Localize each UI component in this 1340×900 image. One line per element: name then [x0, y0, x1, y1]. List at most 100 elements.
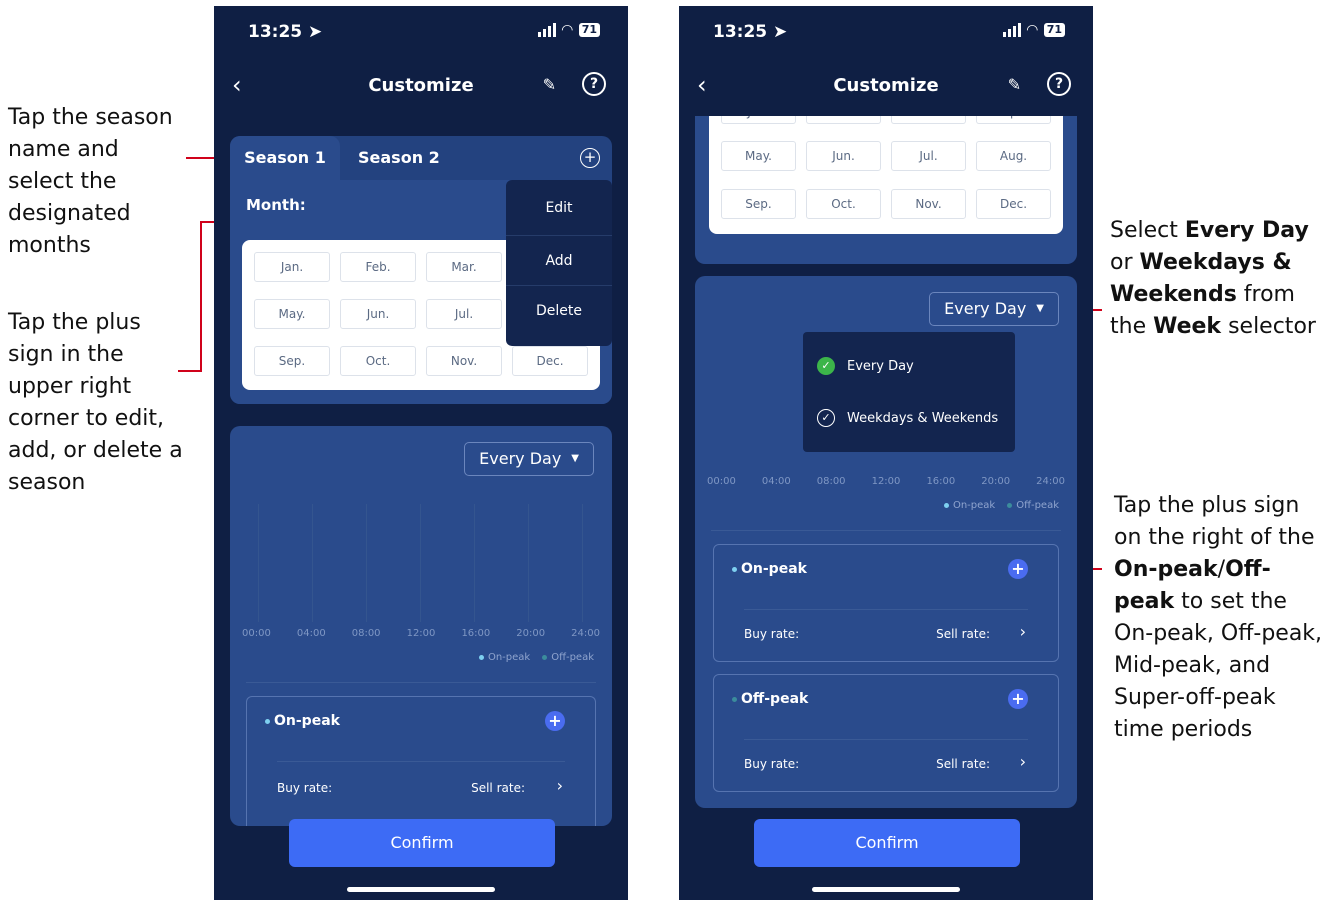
month-cell[interactable]: May. [721, 141, 796, 172]
month-cell[interactable]: Dec. [976, 188, 1051, 219]
on-peak-label: On-peak [732, 561, 807, 577]
month-cell[interactable]: Feb. [806, 116, 881, 124]
legend-on-peak: On-peak [943, 500, 995, 511]
add-on-peak-icon[interactable]: + [1008, 559, 1028, 579]
status-time: 13:25 ➤ [713, 22, 788, 42]
buy-rate-label: Buy rate: [277, 781, 333, 795]
divider [277, 761, 565, 762]
month-cell[interactable]: Jan. [254, 252, 330, 282]
month-cell[interactable]: Sep. [721, 188, 796, 219]
home-indicator [812, 887, 960, 892]
wifi-icon: ◠ [561, 22, 573, 38]
month-cell[interactable]: Mar. [426, 252, 502, 282]
month-cell[interactable]: Jun. [340, 299, 416, 329]
time-tick: 16:00 [461, 628, 491, 639]
chevron-right-icon[interactable]: › [1020, 622, 1026, 641]
annotation-pointer-line [200, 221, 202, 372]
month-cell[interactable]: Nov. [426, 346, 502, 376]
legend-off-peak: Off-peak [542, 652, 594, 663]
month-label: Month: [246, 196, 306, 214]
time-tick: 16:00 [926, 476, 956, 487]
week-option-label: Every Day [847, 358, 914, 374]
nav-bar: ‹ Customize ✎ ? [214, 61, 628, 111]
time-tick: 20:00 [981, 476, 1011, 487]
chevron-right-icon[interactable]: › [557, 776, 563, 795]
month-cell[interactable]: Jun. [806, 141, 881, 172]
chart-legend: On-peak Off-peak [478, 652, 594, 663]
page-title: Customize [368, 75, 474, 96]
buy-rate-label: Buy rate: [744, 757, 800, 771]
off-peak-label: Off-peak [732, 691, 808, 707]
off-peak-card: Off-peak + Buy rate: Sell rate: › [713, 674, 1059, 792]
month-cell[interactable]: Dec. [512, 346, 588, 376]
edit-icon[interactable]: ✎ [1008, 75, 1021, 94]
month-cell[interactable]: Sep. [254, 346, 330, 376]
week-selector[interactable]: Every Day ▼ [464, 442, 594, 476]
month-cell[interactable]: Jul. [891, 141, 966, 172]
help-icon[interactable]: ? [582, 72, 606, 96]
chart-gridline [528, 504, 529, 622]
edit-icon[interactable]: ✎ [543, 75, 556, 94]
caret-down-icon: ▼ [571, 453, 579, 464]
help-icon[interactable]: ? [1047, 72, 1071, 96]
time-tick: 12:00 [406, 628, 436, 639]
legend-on-peak: On-peak [478, 652, 530, 663]
season-menu-delete[interactable]: Delete [506, 286, 612, 336]
annotation-plus-sign: Tap the plus sign in the upper right cor… [8, 310, 183, 495]
time-axis: 00:00 04:00 08:00 12:00 16:00 20:00 24:0… [242, 628, 600, 639]
time-tick: 20:00 [516, 628, 546, 639]
tab-season-1[interactable]: Season 1 [230, 136, 340, 180]
check-filled-icon: ✓ [817, 357, 835, 375]
month-cell[interactable]: Oct. [806, 188, 881, 219]
confirm-button[interactable]: Confirm [754, 819, 1020, 867]
chart-gridline [474, 504, 475, 622]
chevron-right-icon[interactable]: › [1020, 752, 1026, 771]
month-cell[interactable]: Jan. [721, 116, 796, 124]
season-menu-add[interactable]: Add [506, 236, 612, 286]
month-cell[interactable]: Feb. [340, 252, 416, 282]
month-cell[interactable]: Oct. [340, 346, 416, 376]
week-option-every-day[interactable]: ✓ Every Day [803, 340, 1015, 392]
add-season-icon[interactable]: + [580, 148, 600, 168]
on-peak-label: On-peak [265, 713, 340, 729]
add-off-peak-icon[interactable]: + [1008, 689, 1028, 709]
add-on-peak-icon[interactable]: + [545, 711, 565, 731]
annotation-season-name: Tap the season name and select the desig… [8, 105, 173, 258]
month-cell[interactable]: Nov. [891, 188, 966, 219]
divider [246, 682, 596, 683]
buy-rate-label: Buy rate: [744, 627, 800, 641]
season-body: Jan. Feb. Mar. Apr. May. Jun. Jul. Aug. … [695, 116, 1077, 264]
time-tick: 00:00 [707, 476, 736, 487]
on-peak-card: On-peak + Buy rate: Sell rate: › [246, 696, 596, 826]
time-tick: 08:00 [351, 628, 381, 639]
nav-bar: ‹ Customize ✎ ? [679, 61, 1093, 111]
month-cell[interactable]: Jul. [426, 299, 502, 329]
annotation-week-selector: Select Every Day or Weekdays & Weekends … [1110, 218, 1316, 339]
time-chart [242, 504, 600, 622]
week-option-label: Weekdays & Weekends [847, 410, 999, 426]
check-outline-icon: ✓ [817, 409, 835, 427]
status-time: 13:25 ➤ [248, 22, 323, 42]
season-menu-edit[interactable]: Edit [506, 180, 612, 236]
month-cell[interactable]: Aug. [976, 141, 1051, 172]
season-menu: Edit Add Delete [506, 180, 612, 346]
confirm-button[interactable]: Confirm [289, 819, 555, 867]
week-selector[interactable]: Every Day ▼ [929, 292, 1059, 326]
week-options-menu: ✓ Every Day ✓ Weekdays & Weekends [803, 332, 1015, 452]
sell-rate-label: Sell rate: [936, 757, 990, 771]
tab-season-2[interactable]: Season 2 [358, 136, 440, 180]
chart-legend: On-peak Off-peak [943, 500, 1059, 511]
divider [744, 739, 1028, 740]
month-cell[interactable]: May. [254, 299, 330, 329]
status-bar: 13:25 ➤ ◠ 71 [679, 6, 1093, 56]
week-option-weekdays-weekends[interactable]: ✓ Weekdays & Weekends [803, 392, 1015, 444]
page-title: Customize [833, 75, 939, 96]
month-cell[interactable]: Mar. [891, 116, 966, 124]
signal-icon [1002, 23, 1021, 37]
annotation-period-plus: Tap the plus sign on the right of the On… [1114, 493, 1323, 742]
annotation-pointer-line [178, 370, 202, 372]
week-selector-value: Every Day [944, 299, 1027, 318]
time-tick: 24:00 [571, 628, 600, 639]
chart-gridline [582, 504, 583, 622]
month-cell[interactable]: Apr. [976, 116, 1051, 124]
